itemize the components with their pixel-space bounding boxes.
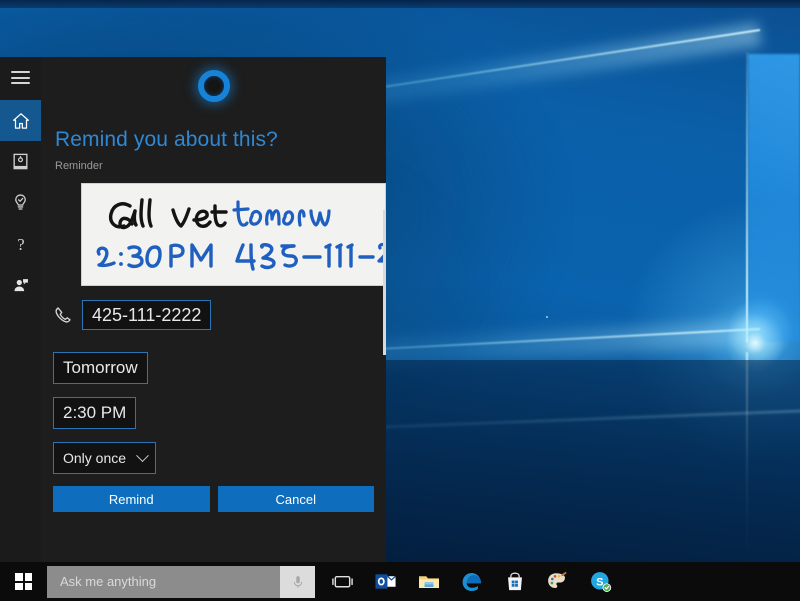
search-input[interactable]: Ask me anything (47, 566, 315, 598)
search-placeholder: Ask me anything (47, 574, 280, 589)
cortana-ring-icon (198, 70, 230, 102)
sidebar-item-home[interactable] (0, 100, 41, 141)
paint-3d-icon (546, 570, 569, 593)
action-buttons: Remind Cancel (53, 486, 386, 512)
screen: ? Remind you about this? Reminder (0, 0, 800, 601)
svg-text:S: S (596, 577, 603, 589)
sidebar-item-notebook[interactable] (0, 141, 41, 182)
outlook-button[interactable] (364, 562, 407, 601)
paint-3d-button[interactable] (536, 562, 579, 601)
notebook-icon (11, 152, 30, 171)
cortana-content: Remind you about this? Reminder (41, 57, 386, 562)
cortana-logo-row (41, 57, 386, 114)
hamburger-menu-button[interactable] (0, 57, 41, 98)
chevron-down-icon (136, 449, 149, 462)
phone-number-field[interactable]: 425-111-2222 (82, 300, 211, 330)
time-field-wrap: 2:30 PM (53, 397, 386, 442)
sidebar-item-feedback[interactable] (0, 264, 41, 305)
reminder-date-field[interactable]: Tomorrow (53, 352, 148, 384)
task-view-button[interactable] (321, 562, 364, 601)
reminder-form: 425-111-2222 Tomorrow 2:30 PM Only once … (41, 286, 386, 512)
task-view-icon (331, 570, 354, 593)
repeat-dropdown-label: Only once (63, 447, 126, 469)
feedback-person-icon (11, 275, 30, 294)
file-explorer-icon (417, 570, 441, 594)
outlook-icon (374, 570, 397, 593)
cortana-panel: ? Remind you about this? Reminder (0, 57, 345, 562)
sidebar-item-reminders[interactable] (0, 182, 41, 223)
microsoft-store-button[interactable] (493, 562, 536, 601)
edge-icon (460, 570, 484, 594)
repeat-field-wrap: Only once (53, 442, 386, 486)
microsoft-store-icon (504, 571, 526, 593)
page-subtitle: Reminder (55, 160, 386, 172)
remind-button[interactable]: Remind (53, 486, 210, 512)
repeat-dropdown[interactable]: Only once (53, 442, 156, 474)
note-ink (82, 184, 386, 286)
svg-text:?: ? (17, 234, 24, 253)
lightbulb-icon (11, 193, 30, 212)
panel-scrollbar[interactable] (383, 210, 386, 355)
microphone-button[interactable] (280, 566, 315, 598)
skype-icon: S (589, 570, 612, 593)
file-explorer-button[interactable] (407, 562, 450, 601)
reminder-time-field[interactable]: 2:30 PM (53, 397, 136, 429)
home-icon (11, 111, 31, 131)
start-button[interactable] (0, 562, 47, 601)
question-mark-icon: ? (11, 234, 31, 254)
windows-start-icon (15, 573, 32, 590)
handwritten-note-image[interactable] (81, 183, 386, 286)
wallpaper-speck (546, 316, 548, 318)
phone-row: 425-111-2222 (53, 300, 386, 330)
cortana-nav-rail: ? (0, 57, 41, 562)
skype-button[interactable]: S (579, 562, 622, 601)
date-field-wrap: Tomorrow (53, 352, 386, 397)
taskbar: Ask me anything (0, 562, 800, 601)
page-title: Remind you about this? (55, 128, 386, 152)
microphone-icon (290, 574, 306, 590)
hamburger-icon (11, 71, 30, 84)
cancel-button[interactable]: Cancel (218, 486, 375, 512)
phone-handset-icon (53, 305, 73, 325)
edge-button[interactable] (450, 562, 493, 601)
sidebar-item-help[interactable]: ? (0, 223, 41, 264)
